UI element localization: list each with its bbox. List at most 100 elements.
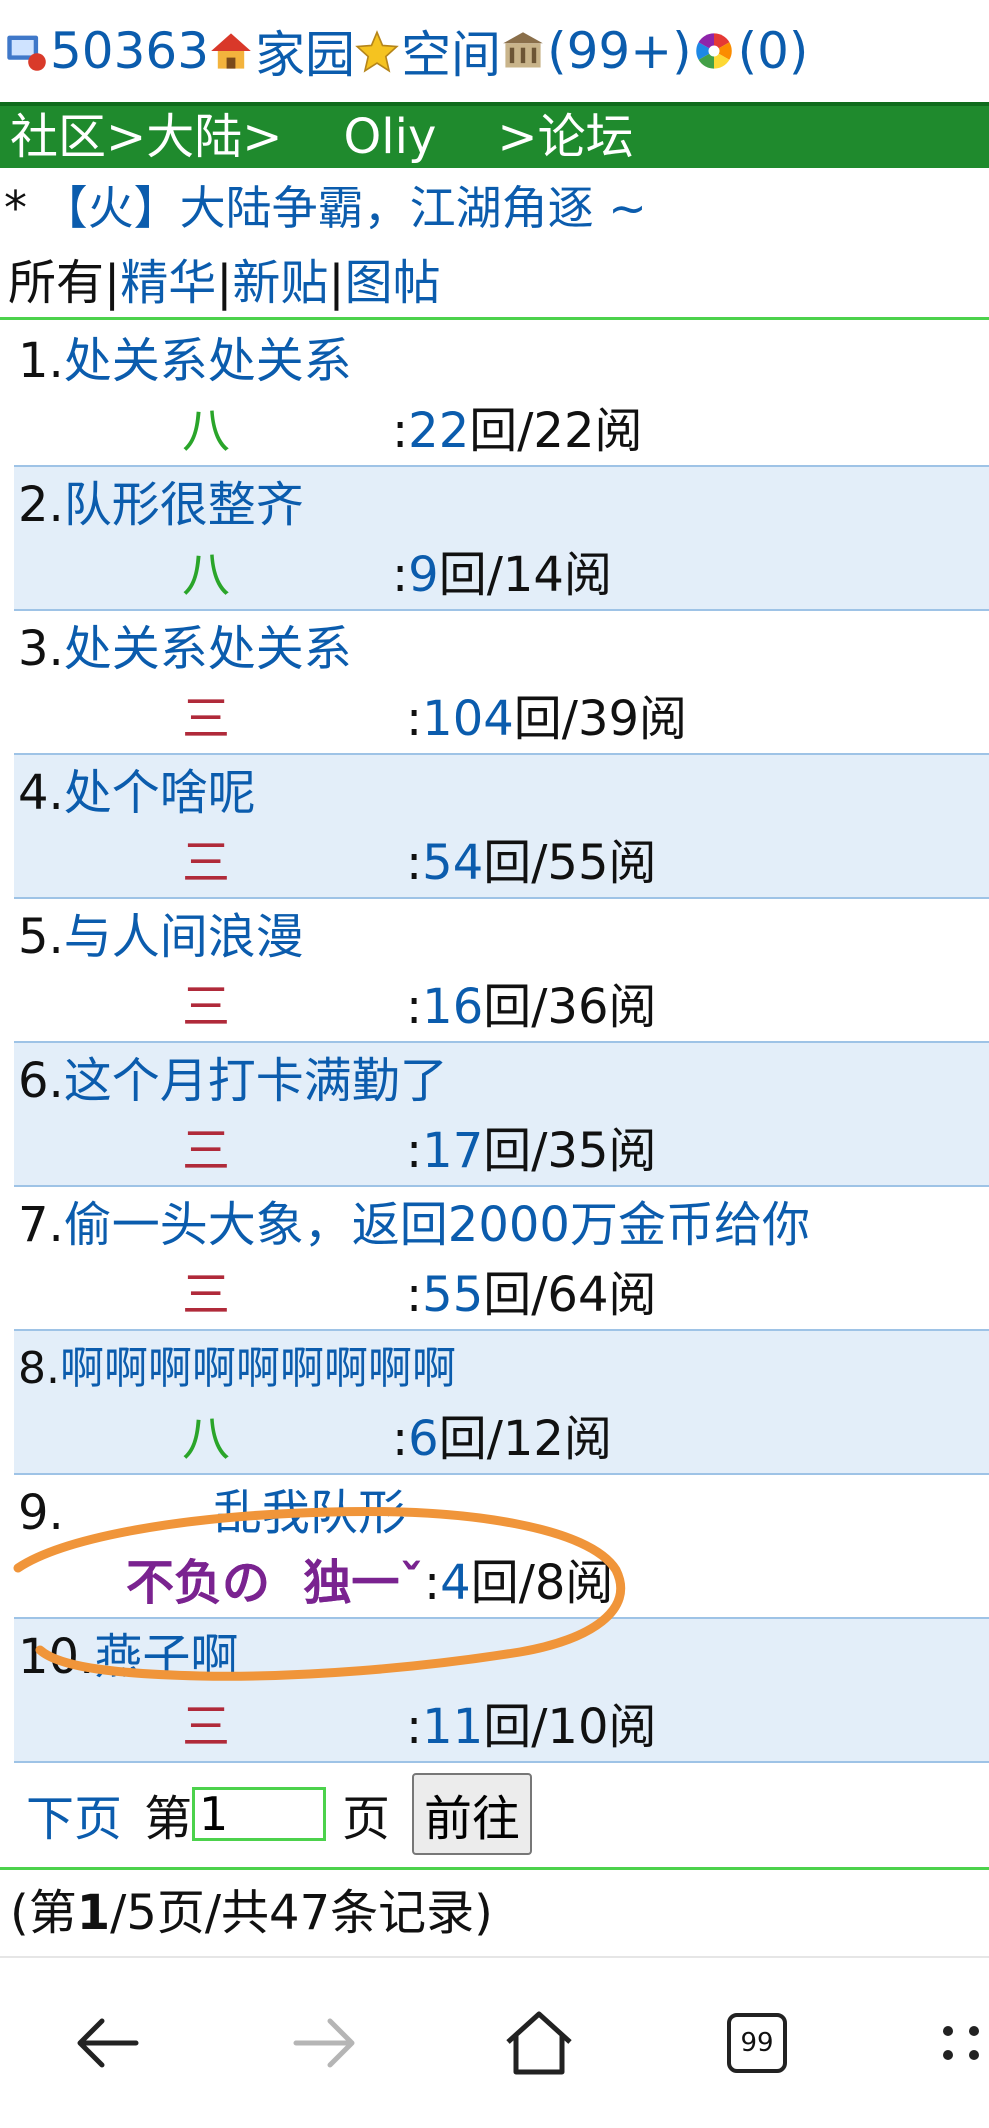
post-row[interactable]: 3.处关系处关系 三 :104回/39阅 xyxy=(14,611,989,755)
post-number: 6. xyxy=(18,1053,64,1109)
go-button[interactable]: 前往 xyxy=(412,1772,533,1855)
post-stats: :22回/22阅 xyxy=(392,403,643,459)
browser-nav-bar: 99 xyxy=(0,1956,989,2128)
post-stats-text: 回/22阅 xyxy=(469,403,643,459)
post-title[interactable]: 偷一头大象，返回2000万金币给你 xyxy=(64,1197,810,1253)
post-stats: :4回/8阅 xyxy=(424,1555,614,1611)
post-replies[interactable]: 55 xyxy=(422,1267,483,1323)
post-stats: :6回/12阅 xyxy=(392,1411,612,1467)
space-link[interactable]: 空间 xyxy=(401,15,501,87)
post-row[interactable]: 10.燕子啊 三 :11回/10阅 xyxy=(14,1619,989,1763)
summary-rest: /5页/共47条记录) xyxy=(110,1885,493,1941)
post-author[interactable]: 三 xyxy=(182,687,230,751)
post-author[interactable]: 八 xyxy=(182,399,230,463)
notifications-link[interactable]: (0) xyxy=(738,22,809,80)
post-stats-text: 回/64阅 xyxy=(483,1267,657,1323)
post-stats: :17回/35阅 xyxy=(406,1123,657,1179)
post-replies[interactable]: 11 xyxy=(422,1699,483,1755)
menu-button[interactable] xyxy=(928,1998,988,2088)
post-replies[interactable]: 17 xyxy=(422,1123,483,1179)
tab-images[interactable]: 图帖 xyxy=(345,255,441,311)
post-author[interactable]: 三 xyxy=(182,831,230,895)
post-stats-text: 回/39阅 xyxy=(513,691,688,747)
post-stats: :9回/14阅 xyxy=(392,547,612,603)
breadcrumb-community[interactable]: 社区> xyxy=(10,109,146,165)
post-title[interactable]: 与人间浪漫 xyxy=(64,909,304,965)
post-author[interactable]: 三 xyxy=(182,975,230,1039)
post-author[interactable]: 八 xyxy=(182,543,230,607)
messages-link[interactable]: (99+) xyxy=(547,22,692,80)
page-number-input[interactable] xyxy=(192,1786,327,1841)
post-replies[interactable]: 9 xyxy=(408,547,439,603)
post-stats-text: 回/14阅 xyxy=(438,547,612,603)
page-prefix: 第 xyxy=(144,1790,193,1847)
star-icon xyxy=(355,30,399,73)
post-number: 9. xyxy=(18,1485,64,1541)
post-number: 3. xyxy=(18,621,64,677)
post-author[interactable]: 三 xyxy=(182,1119,230,1183)
post-replies[interactable]: 4 xyxy=(440,1555,471,1611)
post-title[interactable]: 啊啊啊啊啊啊啊啊啊 xyxy=(60,1343,456,1394)
breadcrumb-forum: >论坛 xyxy=(497,109,634,165)
tab-new[interactable]: 新贴 xyxy=(232,255,328,311)
post-row[interactable]: 8.啊啊啊啊啊啊啊啊啊 八 :6回/12阅 xyxy=(14,1331,989,1475)
tabs-button[interactable]: 99 xyxy=(712,1998,802,2088)
post-replies[interactable]: 6 xyxy=(408,1411,439,1467)
user-id-icon xyxy=(7,35,46,71)
post-stats-text: 回/36阅 xyxy=(483,979,657,1035)
post-stats-text: 回/8阅 xyxy=(470,1555,614,1611)
post-stats-text: 回/35阅 xyxy=(483,1123,657,1179)
post-stats: :104回/39阅 xyxy=(406,691,688,747)
post-row[interactable]: 6.这个月打卡满勤了 三 :17回/35阅 xyxy=(14,1043,989,1187)
post-row[interactable]: 9. 乱我队形 不负の 独一ˇ :4回/8阅 xyxy=(14,1475,989,1619)
post-list: 1.处关系处关系 八 :22回/22阅 2.队形很整齐 八 :9回/14阅 3.… xyxy=(14,323,989,1763)
post-title[interactable]: 队形很整齐 xyxy=(64,477,304,533)
tab-featured[interactable]: 精华 xyxy=(120,255,216,311)
post-author[interactable]: 三 xyxy=(182,1263,230,1327)
forward-button[interactable] xyxy=(280,1998,370,2088)
post-replies[interactable]: 54 xyxy=(422,835,483,891)
post-replies[interactable]: 16 xyxy=(422,979,483,1035)
forum-star: * xyxy=(4,181,27,235)
breadcrumb-continent[interactable]: 大陆> xyxy=(146,109,282,165)
pagination: 下页 第 页 前往 xyxy=(0,1760,989,1870)
tab-all[interactable]: 所有 xyxy=(8,255,104,311)
post-number: 10. xyxy=(18,1629,95,1685)
post-replies[interactable]: 22 xyxy=(408,403,469,459)
post-stats: :16回/36阅 xyxy=(406,979,657,1035)
post-replies[interactable]: 104 xyxy=(422,691,514,747)
post-title[interactable]: 这个月打卡满勤了 xyxy=(64,1053,448,1109)
post-row[interactable]: 5.与人间浪漫 三 :16回/36阅 xyxy=(14,899,989,1043)
post-row[interactable]: 7.偷一头大象，返回2000万金币给你 三 :55回/64阅 xyxy=(14,1187,989,1331)
record-summary: (第1/5页/共47条记录) xyxy=(10,1878,493,1948)
post-title[interactable]: 处关系处关系 xyxy=(64,621,352,677)
post-author[interactable]: 不负の 独一ˇ xyxy=(126,1551,423,1615)
tabs-count-icon: 99 xyxy=(727,2013,787,2073)
post-title[interactable]: 燕子啊 xyxy=(94,1629,238,1685)
post-row[interactable]: 1.处关系处关系 八 :22回/22阅 xyxy=(14,323,989,467)
post-number: 7. xyxy=(18,1197,64,1253)
post-row[interactable]: 4.处个啥呢 三 :54回/55阅 xyxy=(14,755,989,899)
user-id-link[interactable]: 50363 xyxy=(50,22,209,80)
top-status-bar: 50363 家园 空间 (99+) (0) xyxy=(0,0,989,102)
post-author[interactable]: 八 xyxy=(182,1407,230,1471)
post-stats-text: 回/55阅 xyxy=(483,835,657,891)
forum-title[interactable]: 【火】大陆争霸，江湖角逐 ~ xyxy=(42,181,647,235)
post-title[interactable]: 处个啥呢 xyxy=(64,765,256,821)
post-title[interactable]: 乱我队形 xyxy=(214,1485,406,1541)
tab-separator: | xyxy=(216,255,233,311)
filter-tabs: 所有|精华|新贴|图帖 xyxy=(0,246,989,320)
post-row[interactable]: 2.队形很整齐 八 :9回/14阅 xyxy=(14,467,989,611)
back-button[interactable] xyxy=(62,1998,152,2088)
summary-current-page: 1 xyxy=(76,1885,111,1941)
tabs-count: 99 xyxy=(740,2028,774,2058)
home-button[interactable] xyxy=(494,1998,584,2088)
post-author[interactable]: 三 xyxy=(182,1695,230,1759)
post-stats: :11回/10阅 xyxy=(406,1699,657,1755)
post-number: 2. xyxy=(18,477,64,533)
home-link[interactable]: 家园 xyxy=(255,15,355,87)
post-title[interactable]: 处关系处关系 xyxy=(64,333,352,389)
next-page-link[interactable]: 下页 xyxy=(26,1779,122,1849)
breadcrumb-user[interactable]: Oliy xyxy=(344,109,437,165)
arrow-right-icon xyxy=(293,2018,355,2068)
